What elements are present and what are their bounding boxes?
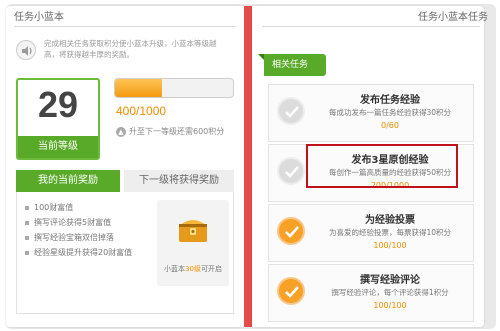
tab-next-level-rewards[interactable]: 下一级将获得奖励	[124, 170, 234, 192]
task-progress: 100/100	[373, 241, 407, 250]
task-progress: 100/100	[373, 301, 407, 310]
task-progress: 0/60	[381, 121, 399, 130]
task-description: 每成功发布一篇任务经验获得30积分	[328, 108, 452, 117]
upgrade-hint-text: 升至下一等级还需600积分	[129, 127, 225, 136]
level-card: 29 当前等级	[16, 78, 100, 160]
task-description: 撰写经验评论，每个评论获得1积分	[331, 288, 449, 297]
left-page-title: 任务小蓝本	[14, 12, 64, 23]
task-card[interactable]: 发布任务经验 每成功发布一篇任务经验获得30积分 0/60	[268, 84, 474, 142]
check-icon	[277, 217, 305, 245]
level-label: 当前等级	[18, 136, 98, 158]
arrow-up-icon: ▲	[116, 126, 126, 137]
tab-current-rewards[interactable]: 我的当前奖励	[16, 170, 120, 192]
list-item: 经验星级提升获得20财富值	[25, 245, 132, 260]
task-name: 发布任务经验	[360, 95, 420, 106]
treasure-chest-card[interactable]: 小蓝本30级可开启	[157, 200, 229, 286]
chest-caption: 小蓝本30级可开启	[157, 264, 229, 274]
check-icon	[277, 277, 305, 305]
treasure-chest-icon	[179, 220, 207, 242]
task-description: 为喜爱的经验投票，每票获得10积分	[328, 228, 452, 237]
speaker-icon[interactable]	[16, 40, 36, 60]
task-card[interactable]: 撰写经验评论 撰写经验评论，每个评论获得1积分 100/100	[268, 264, 474, 322]
experience-bar	[114, 78, 234, 98]
hint-row: 完成相关任务获取积分使小蓝本升级，小蓝本等级越高，将获得越丰厚的奖励。	[16, 38, 231, 68]
experience-bar-fill	[115, 79, 163, 97]
list-item: 撰写评论获得5财富值	[25, 215, 132, 230]
chest-caption-suffix: 可开启	[200, 265, 222, 273]
list-item: 撰写经验宝箱双倍掉落	[25, 230, 132, 245]
task-name: 撰写经验评论	[360, 275, 420, 286]
check-icon	[277, 97, 305, 125]
upgrade-hint: ▲ 升至下一等级还需600积分	[116, 126, 224, 137]
task-name: 为经验投票	[365, 215, 415, 226]
reward-panel: 100财富值 撰写评论获得5财富值 撰写经验宝箱双倍掉落 经验星级提升获得20财…	[16, 192, 234, 314]
list-item: 100财富值	[25, 200, 132, 215]
reward-tabs: 我的当前奖励 下一级将获得奖励	[16, 170, 234, 192]
check-icon	[277, 157, 305, 185]
level-number: 29	[37, 84, 79, 125]
task-card[interactable]: 为经验投票 为喜爱的经验投票，每票获得10积分 100/100	[268, 204, 474, 262]
related-tasks-ribbon: 相关任务	[258, 54, 326, 76]
right-page-title: 任务小蓝本任务	[418, 12, 488, 23]
experience-text: 400/1000	[116, 104, 167, 118]
right-title-divider	[262, 26, 480, 27]
chest-caption-prefix: 小蓝本	[164, 265, 186, 273]
hint-text: 完成相关任务获取积分使小蓝本升级，小蓝本等级越高，将获得越丰厚的奖励。	[44, 39, 217, 59]
left-title-divider	[14, 26, 236, 27]
reward-list: 100财富值 撰写评论获得5财富值 撰写经验宝箱双倍掉落 经验星级提升获得20财…	[25, 200, 132, 260]
highlight-box	[306, 144, 458, 188]
chest-caption-level: 30级	[185, 265, 201, 273]
book-spine	[244, 6, 252, 327]
